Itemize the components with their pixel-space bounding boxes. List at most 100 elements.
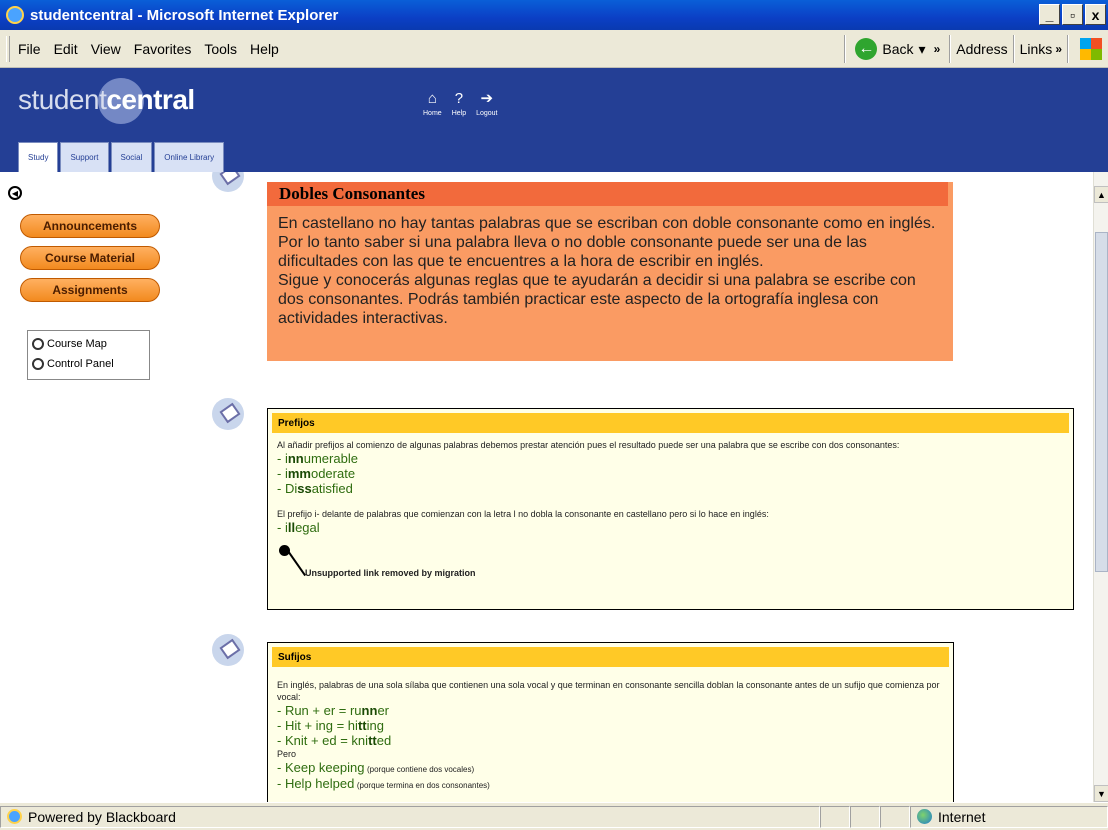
menu-help[interactable]: Help: [250, 41, 279, 57]
course-map-link[interactable]: Course Map: [32, 334, 145, 354]
example-prefix: - Knit + ed = kni: [277, 733, 369, 748]
example-line: - Knit + ed = knitted: [277, 733, 944, 748]
example-suffix: umerable: [303, 451, 358, 466]
status-segment: [820, 805, 850, 828]
pero-label: Pero: [277, 749, 297, 759]
prefijos-title: Prefijos: [272, 413, 1069, 433]
tab-study[interactable]: Study: [18, 142, 59, 172]
removed-link-note: Unsupported link removed by migration: [277, 545, 1064, 579]
tab-support[interactable]: Support: [60, 142, 109, 172]
intro-box: Dobles Consonantes En castellano no hay …: [267, 182, 953, 361]
scroll-down-button[interactable]: ▼: [1094, 785, 1108, 802]
intro-body: En castellano no hay tantas palabras que…: [267, 206, 953, 328]
help-link[interactable]: ? Help: [452, 90, 466, 117]
sufijos-text: En inglés, palabras de una sola sílaba q…: [277, 680, 940, 702]
page-content: ◀ Announcements Course Material Assignme…: [0, 172, 1093, 802]
links-label[interactable]: Links: [1020, 41, 1053, 57]
course-map-label: Course Map: [47, 338, 107, 350]
section-book-icon: [206, 172, 248, 196]
address-label[interactable]: Address: [956, 41, 1007, 57]
example-double: nn: [361, 703, 378, 718]
home-link[interactable]: ⌂ Home: [423, 90, 442, 117]
menu-favorites[interactable]: Favorites: [134, 41, 192, 57]
example-line: - immoderate: [277, 466, 1064, 481]
status-text-segment: Powered by Blackboard: [0, 805, 820, 828]
vertical-scrollbar[interactable]: ▲ ▼: [1093, 172, 1108, 802]
intro-paragraph: En castellano no hay tantas palabras que…: [278, 215, 936, 232]
pin-icon: [277, 545, 307, 579]
back-button[interactable]: ← Back ▾ »: [851, 38, 944, 60]
scroll-thumb[interactable]: [1095, 232, 1108, 572]
menu-view[interactable]: View: [91, 41, 121, 57]
counter-example: - Help helped (porque termina en dos con…: [277, 776, 944, 792]
close-button[interactable]: x: [1085, 4, 1106, 25]
zone-label: Internet: [938, 808, 986, 825]
tab-social[interactable]: Social: [110, 142, 153, 172]
intro-paragraph: Sigue y conocerás algunas reglas que te …: [278, 272, 916, 327]
example-line: - Hit + ing = hitting: [277, 718, 944, 733]
back-dropdown-icon[interactable]: ▾: [919, 41, 926, 58]
assignments-button[interactable]: Assignments: [20, 278, 160, 302]
back-label: Back: [882, 41, 914, 57]
toolbar-chevron-icon[interactable]: »: [934, 42, 941, 56]
site-logo[interactable]: studentcentral: [18, 84, 195, 116]
home-icon: ⌂: [427, 90, 437, 107]
example-prefix: - i: [277, 466, 288, 481]
windows-flag-icon: [1080, 38, 1102, 60]
menu-file[interactable]: File: [18, 41, 41, 57]
counter-note: (porque contiene dos vocales): [366, 765, 475, 774]
prefijos-card: Prefijos Al añadir prefijos al comienzo …: [267, 408, 1074, 610]
sufijos-card: Sufijos En inglés, palabras de una sola …: [267, 642, 954, 802]
window-titlebar: studentcentral - Microsoft Internet Expl…: [0, 0, 1108, 30]
toolbar-separator: [1067, 35, 1069, 63]
ie-logo-icon: [6, 6, 24, 24]
ie-page-icon: [7, 809, 22, 824]
collapse-menu-icon[interactable]: ◀: [8, 186, 22, 200]
counter-note: (porque termina en dos consonantes): [356, 781, 490, 790]
course-material-button[interactable]: Course Material: [20, 246, 160, 270]
status-segment: [880, 805, 910, 828]
removed-link-text: Unsupported link removed by migration: [305, 568, 476, 578]
links-chevron-icon[interactable]: »: [1055, 42, 1062, 56]
example-line: - innumerable: [277, 451, 1064, 466]
status-text: Powered by Blackboard: [28, 808, 176, 825]
scroll-up-button[interactable]: ▲: [1094, 186, 1108, 203]
back-arrow-icon: ←: [855, 38, 878, 60]
prefijos-text: El prefijo i- delante de palabras que co…: [277, 509, 769, 519]
status-zone-segment: Internet: [910, 805, 1108, 828]
example-prefix: - Run + er = ru: [277, 703, 362, 718]
menu-edit[interactable]: Edit: [54, 41, 78, 57]
menubar-grip: [6, 35, 10, 62]
example-double: ss: [297, 481, 312, 496]
tab-online-library[interactable]: Online Library: [154, 142, 225, 172]
example-line: - Run + er = runner: [277, 703, 944, 718]
tools-box: Course Map Control Panel: [27, 330, 150, 380]
sufijos-body: En inglés, palabras de una sola sílaba q…: [268, 667, 953, 798]
control-panel-icon: [32, 358, 44, 370]
home-label: Home: [423, 110, 442, 117]
example-prefix: - i: [277, 451, 288, 466]
logo-text-central: central: [106, 84, 195, 115]
counter-word: - Keep keeping: [277, 760, 365, 775]
announcements-button[interactable]: Announcements: [20, 214, 160, 238]
menu-tools[interactable]: Tools: [204, 41, 237, 57]
example-double: nn: [287, 451, 304, 466]
course-map-icon: [32, 338, 44, 350]
maximize-button[interactable]: ▫: [1062, 4, 1083, 25]
example-line: - Dissatisfied: [277, 481, 1064, 496]
minimize-button[interactable]: _: [1039, 4, 1060, 25]
example-prefix: - Hit + ing = hi: [277, 718, 358, 733]
status-bar: Powered by Blackboard Internet: [0, 802, 1108, 830]
main-tabs: Study Support Social Online Library: [18, 142, 225, 172]
logo-text-student: student: [18, 84, 107, 115]
example-double: tt: [368, 733, 377, 748]
site-header: studentcentral ⌂ Home ? Help ➔ Logout St…: [0, 68, 1108, 172]
example-suffix: er: [377, 703, 389, 718]
control-panel-link[interactable]: Control Panel: [32, 354, 145, 374]
example-prefix: - Di: [277, 481, 298, 496]
logout-label: Logout: [476, 110, 498, 117]
prefijos-text: Al añadir prefijos al comienzo de alguna…: [277, 440, 900, 450]
window-title: studentcentral - Microsoft Internet Expl…: [30, 6, 339, 24]
logout-link[interactable]: ➔ Logout: [476, 90, 497, 117]
example-double: tt: [357, 718, 367, 733]
